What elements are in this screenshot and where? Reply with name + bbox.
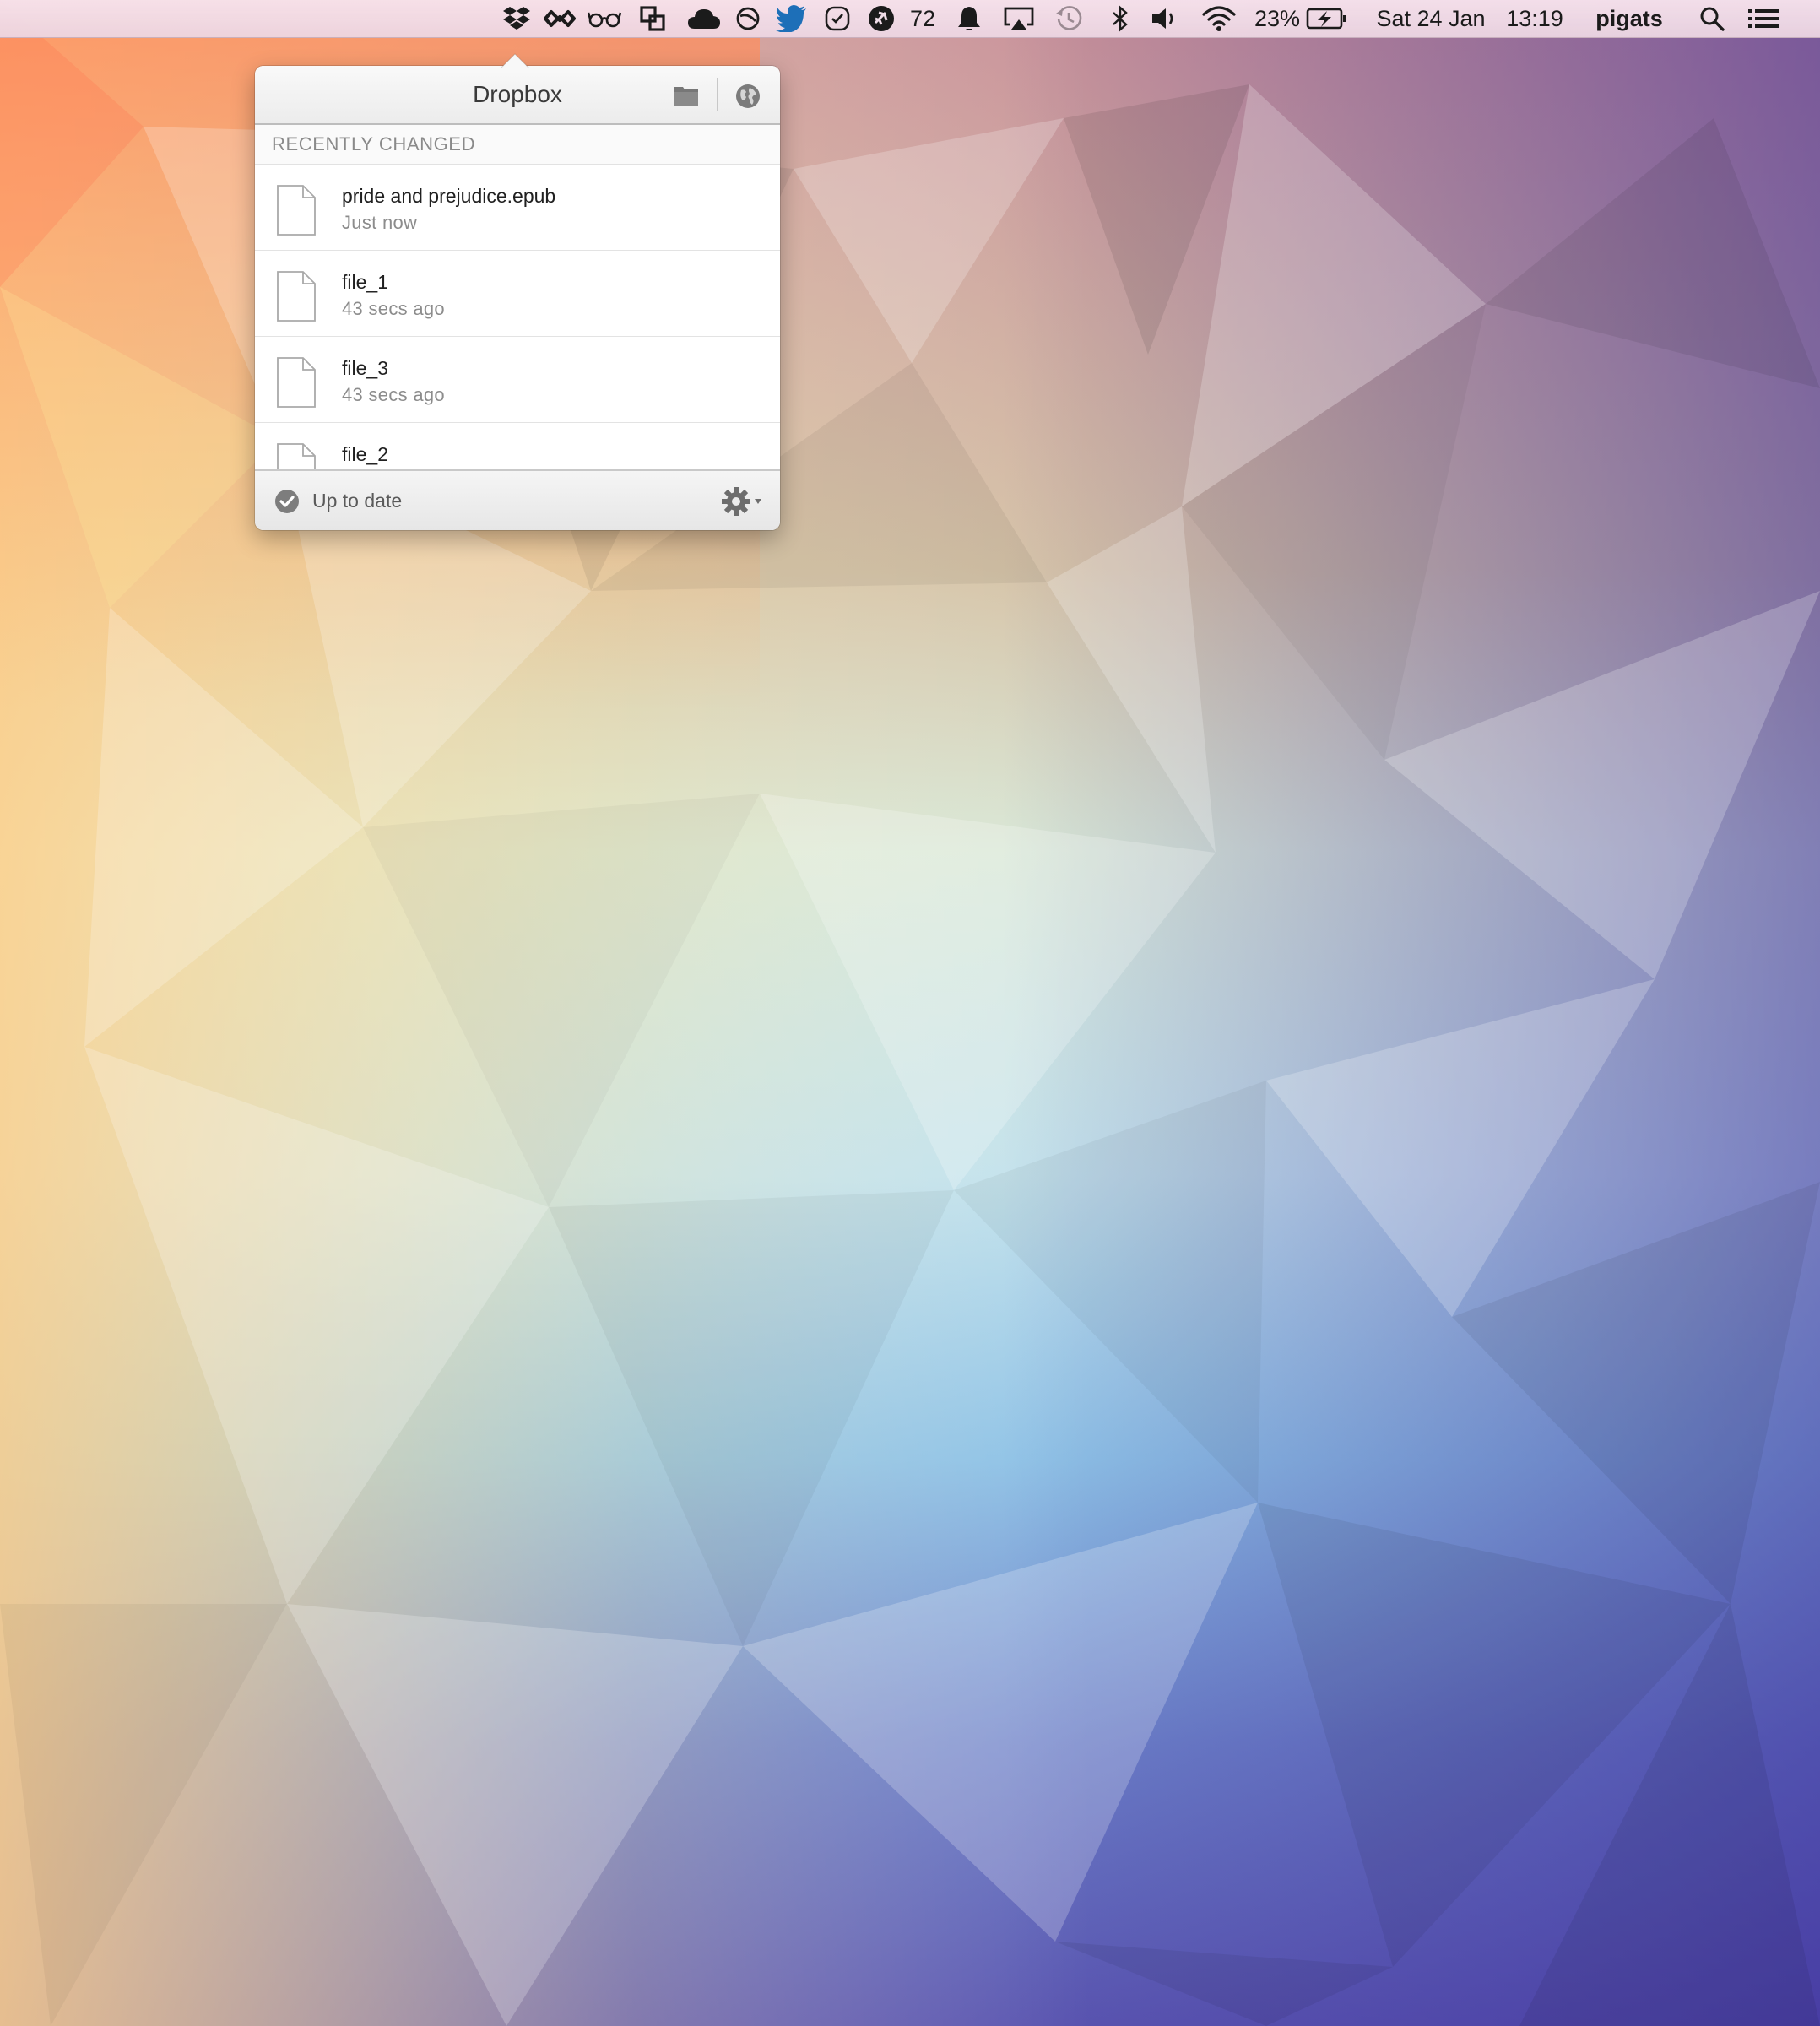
file-time: 43 secs ago: [342, 298, 445, 319]
file-name: pride and prejudice.epub: [342, 185, 556, 207]
folder-icon[interactable]: [673, 83, 700, 108]
battery-charging-icon[interactable]: [1305, 0, 1349, 37]
user-name[interactable]: pigats: [1587, 0, 1671, 37]
copy-windows-icon[interactable]: [636, 0, 669, 37]
gear-icon[interactable]: [721, 485, 765, 518]
popover-title: Dropbox: [473, 81, 562, 107]
menubar-date[interactable]: Sat 24 Jan: [1369, 0, 1492, 37]
glasses-icon[interactable]: [586, 0, 623, 37]
file-time: 43 secs ago: [342, 384, 445, 405]
document-icon: [277, 271, 316, 322]
notification-count: 72: [909, 5, 936, 31]
infinity-icon[interactable]: [540, 0, 579, 37]
list-item[interactable]: file_1 43 secs ago: [255, 251, 780, 337]
battery-percent: 23%: [1254, 5, 1301, 31]
list-item[interactable]: pride and prejudice.epub Just now: [255, 165, 780, 251]
globe-icon[interactable]: [734, 83, 761, 110]
document-icon: [277, 185, 316, 236]
section-title: RECENTLY CHANGED: [272, 133, 476, 154]
time-machine-icon[interactable]: [1052, 0, 1086, 37]
cloud-icon[interactable]: [685, 0, 723, 37]
file-name: file_1: [342, 271, 388, 293]
twitter-icon[interactable]: [775, 0, 809, 37]
bell-icon[interactable]: [954, 0, 984, 37]
popover-footer: Up to date: [255, 469, 780, 530]
airplay-icon[interactable]: [1001, 0, 1037, 37]
sync-status: Up to date: [312, 490, 403, 512]
circle-slash-icon[interactable]: [733, 0, 763, 37]
menubar-time[interactable]: 13:19: [1501, 0, 1568, 37]
popover-header: Dropbox: [255, 66, 780, 125]
file-name: file_3: [342, 357, 388, 379]
volume-icon[interactable]: [1148, 0, 1182, 37]
menu-bar: 72 23% Sat 24 Jan 13:19 pigats: [0, 0, 1820, 38]
bluetooth-icon[interactable]: [1106, 0, 1135, 37]
checkmark-circle-icon: [274, 488, 301, 515]
task-check-icon[interactable]: [822, 0, 853, 37]
spotlight-search-icon[interactable]: [1697, 0, 1727, 37]
recently-changed-header: RECENTLY CHANGED: [255, 125, 780, 165]
dropbox-popover: Dropbox RECENTLY CHANGED pride and preju…: [255, 66, 780, 530]
dropbox-icon[interactable]: [500, 0, 534, 37]
document-icon: [277, 357, 316, 408]
file-time: Just now: [342, 212, 418, 233]
header-divider: [717, 78, 718, 111]
list-item[interactable]: file_3 43 secs ago: [255, 337, 780, 423]
file-name: file_2: [342, 443, 388, 465]
wifi-icon[interactable]: [1199, 0, 1239, 37]
notification-center-icon[interactable]: [1746, 0, 1781, 37]
popover-arrow: [500, 53, 530, 69]
airplane-icon[interactable]: [866, 0, 896, 37]
